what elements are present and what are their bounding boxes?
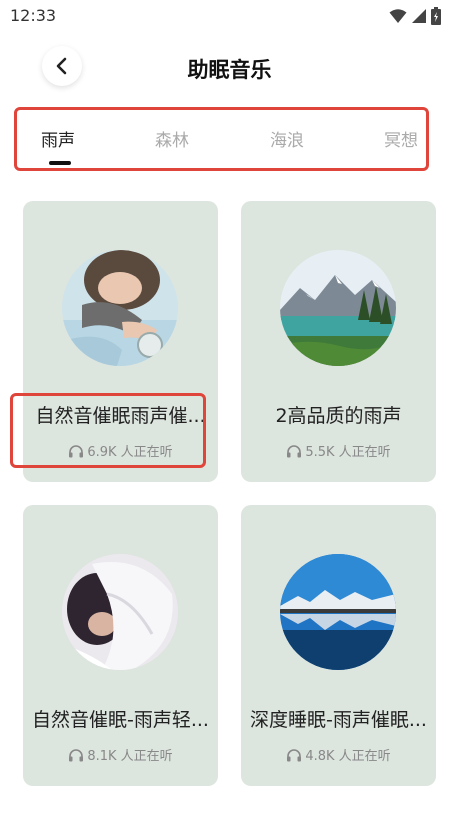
status-icons	[389, 7, 441, 25]
tab-indicator	[49, 161, 71, 165]
tab-rain[interactable]: 雨声	[41, 126, 75, 151]
card-title: 自然音催眠-雨声轻...	[32, 709, 209, 731]
listener-count: 4.8K 人正在听	[305, 749, 391, 764]
card-title: 自然音催眠雨声催...	[35, 405, 206, 427]
tab-bar: 雨声 森林 海浪 冥想	[14, 107, 429, 171]
card-cover-image	[62, 250, 178, 366]
card-listeners: 6.9K 人正在听	[23, 441, 218, 460]
card-title: 2高品质的雨声	[275, 405, 402, 427]
headphones-icon	[287, 444, 302, 457]
card-cover-image	[280, 250, 396, 366]
listener-count: 6.9K 人正在听	[87, 445, 173, 460]
listener-count: 8.1K 人正在听	[87, 749, 173, 764]
headphones-icon	[69, 444, 84, 457]
music-card[interactable]: 2高品质的雨声 5.5K 人正在听	[241, 201, 436, 482]
status-bar: 12:33	[0, 0, 459, 32]
listener-count: 5.5K 人正在听	[305, 445, 391, 460]
header: 助眠音乐	[0, 40, 459, 96]
music-card[interactable]: 自然音催眠雨声催... 6.9K 人正在听	[23, 201, 218, 482]
music-card[interactable]: 自然音催眠-雨声轻... 8.1K 人正在听	[23, 505, 218, 786]
card-listeners: 4.8K 人正在听	[241, 745, 436, 764]
card-listeners: 8.1K 人正在听	[23, 745, 218, 764]
card-title: 深度睡眠-雨声催眠...	[250, 709, 427, 731]
battery-icon	[431, 7, 441, 25]
music-card[interactable]: 深度睡眠-雨声催眠... 4.8K 人正在听	[241, 505, 436, 786]
signal-icon	[412, 9, 426, 23]
tab-forest[interactable]: 森林	[155, 126, 189, 151]
headphones-icon	[69, 748, 84, 761]
card-listeners: 5.5K 人正在听	[241, 441, 436, 460]
status-time: 12:33	[10, 6, 57, 25]
tab-meditation[interactable]: 冥想	[384, 126, 418, 151]
page-title: 助眠音乐	[187, 58, 272, 82]
card-cover-image	[280, 554, 396, 670]
card-cover-image	[62, 554, 178, 670]
headphones-icon	[287, 748, 302, 761]
tab-waves[interactable]: 海浪	[270, 126, 304, 151]
wifi-icon	[389, 9, 407, 23]
